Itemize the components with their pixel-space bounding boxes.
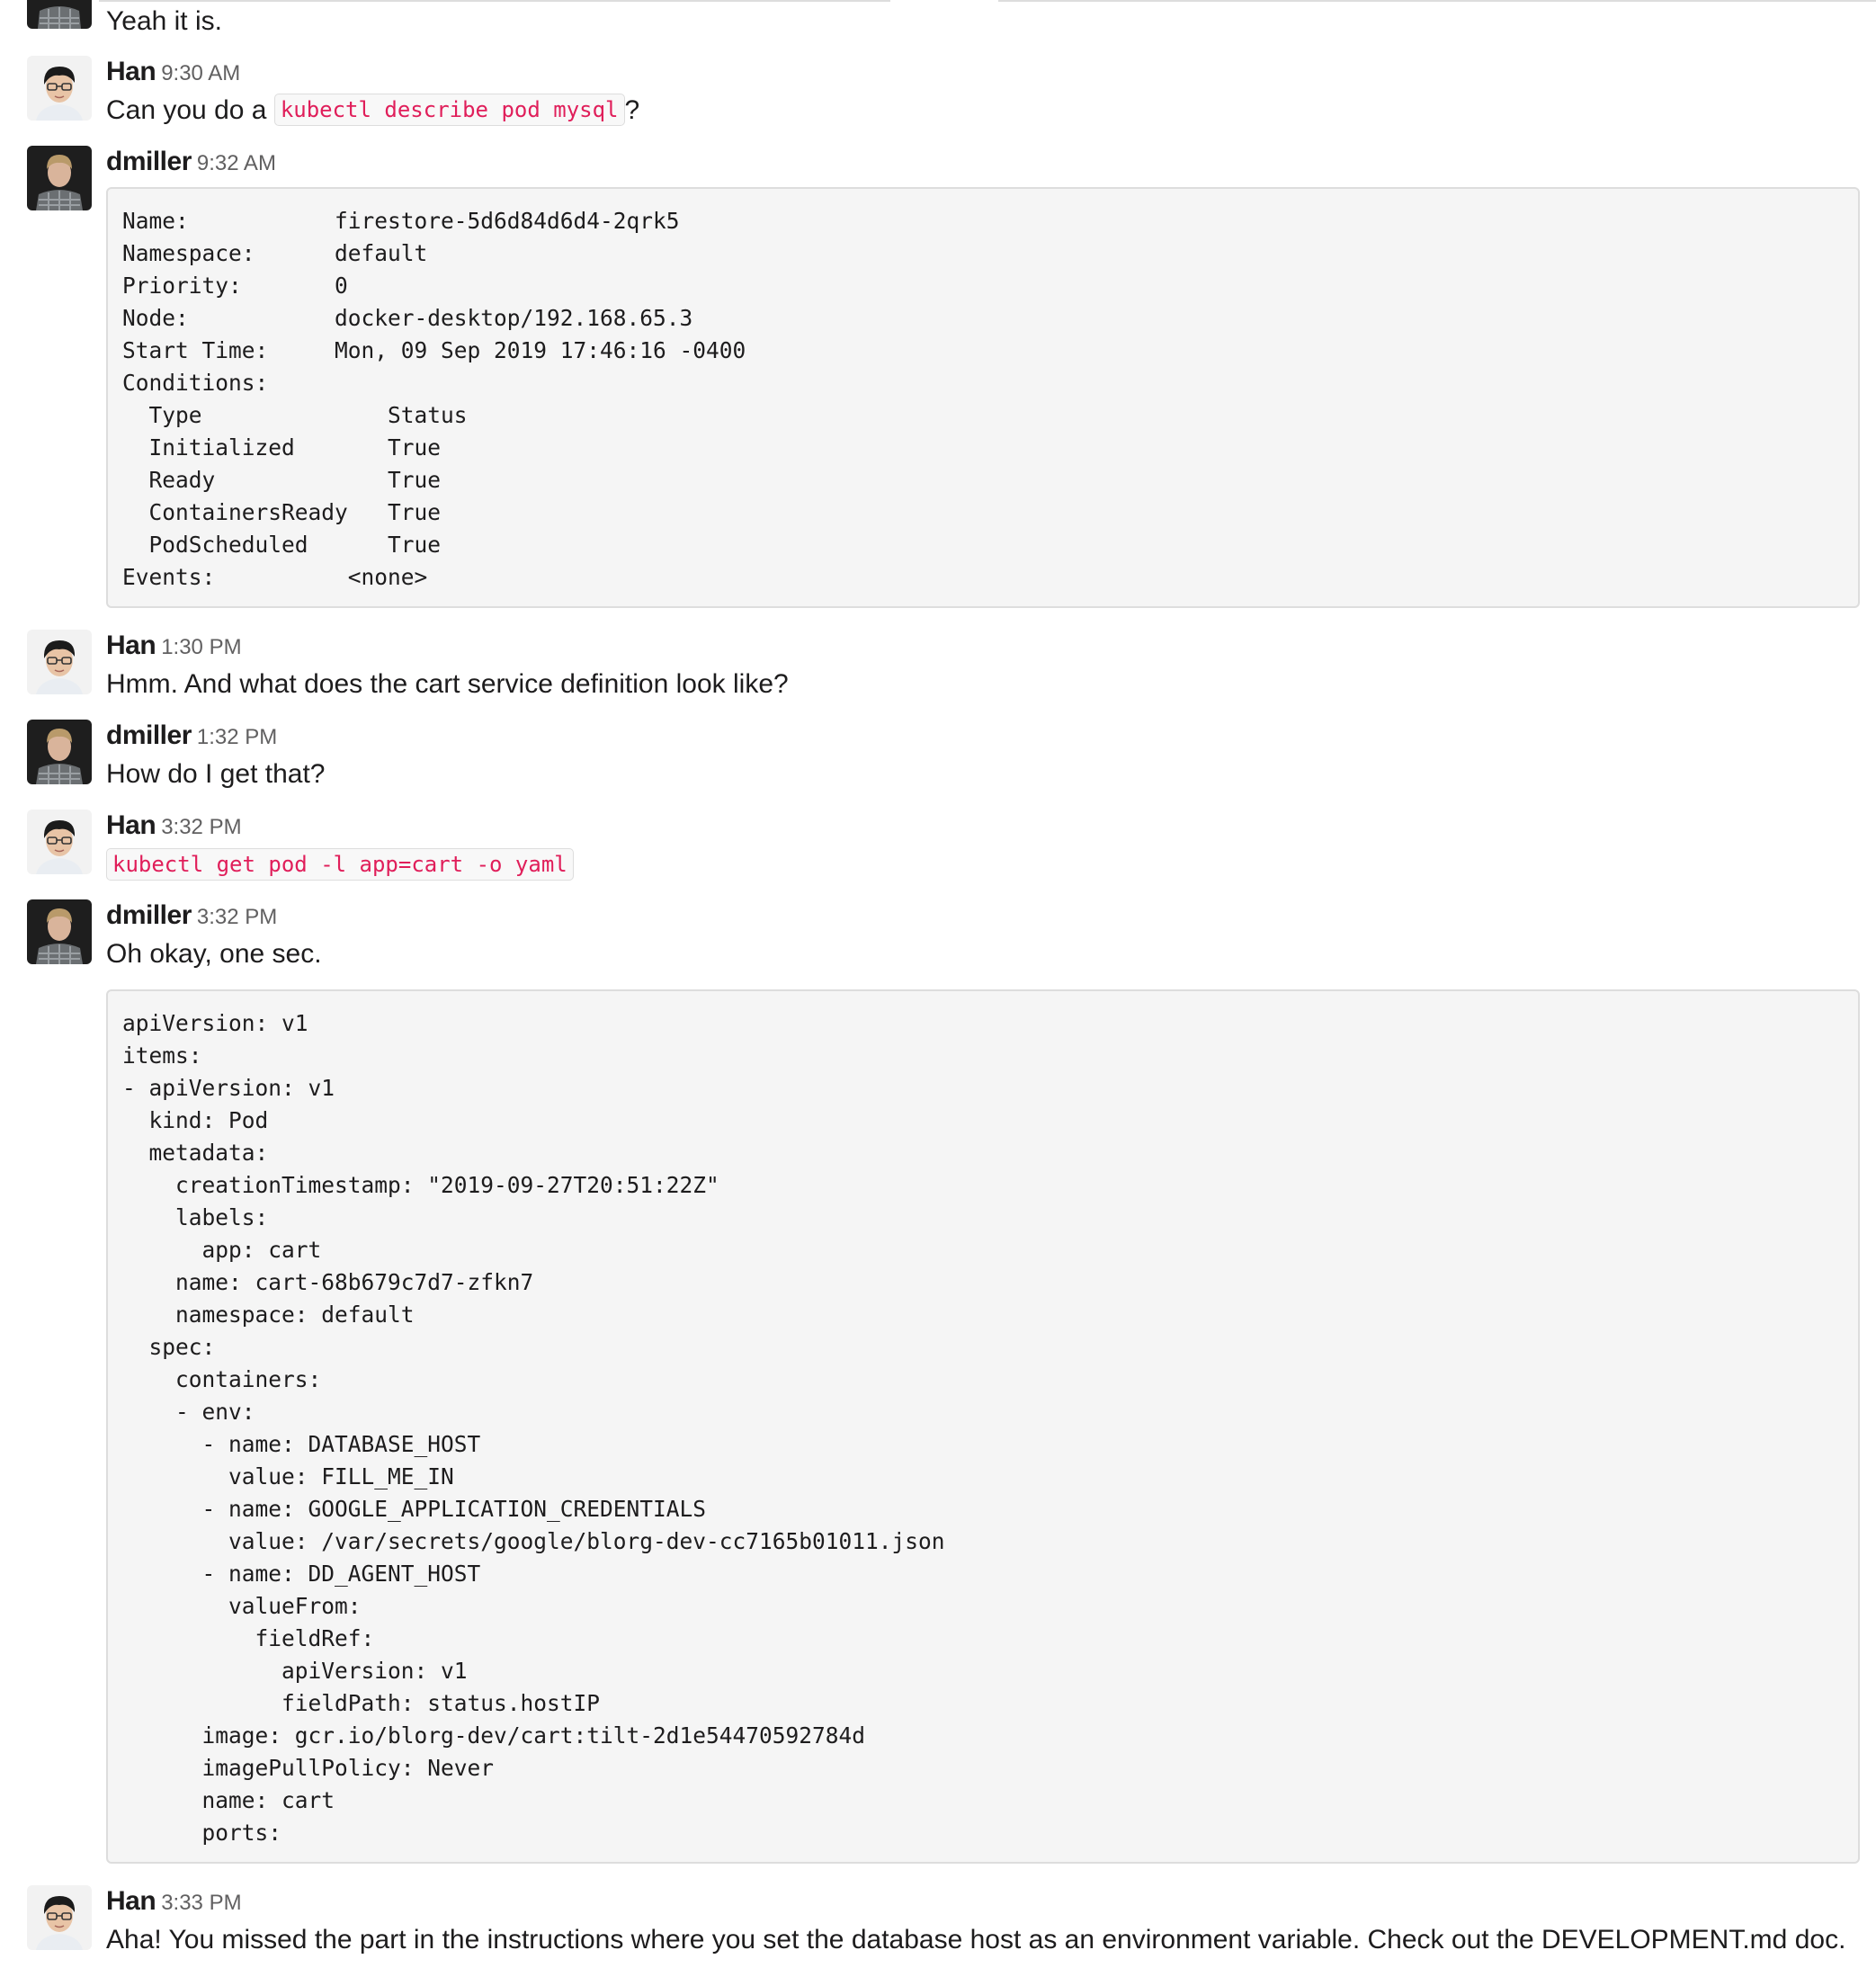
code-block-yaml: apiVersion: v1 items: - apiVersion: v1 k… — [106, 989, 1860, 1864]
message-header: dmiller 3:32 PM — [106, 899, 277, 932]
message-header: dmiller 9:32 AM — [106, 146, 276, 178]
message-header: Han 3:32 PM — [106, 810, 242, 842]
author-name[interactable]: Han — [106, 810, 156, 840]
message-text: Hmm. And what does the cart service defi… — [106, 669, 789, 699]
message-header: dmiller 1:32 PM — [106, 720, 277, 752]
avatar-han-icon — [27, 630, 92, 694]
author-name[interactable]: dmiller — [106, 900, 192, 930]
message-text: Oh okay, one sec. — [106, 939, 322, 969]
timestamp[interactable]: 3:32 PM — [161, 815, 241, 839]
avatar-dmiller-icon — [27, 899, 92, 964]
timestamp[interactable]: 3:32 PM — [197, 905, 277, 929]
message-text-after: ? — [624, 95, 640, 125]
code-block-describe: Name: firestore-5d6d84d6d4-2qrk5 Namespa… — [106, 187, 1860, 608]
author-name[interactable]: Han — [106, 631, 156, 660]
code-block-text: apiVersion: v1 items: - apiVersion: v1 k… — [122, 1010, 945, 1846]
divider-left — [99, 0, 890, 2]
message-header: Han 3:33 PM — [106, 1885, 242, 1918]
dmiller-avatar[interactable] — [27, 146, 92, 210]
inline-code: kubectl describe pod mysql — [273, 94, 625, 126]
timestamp[interactable]: 9:30 AM — [161, 61, 240, 85]
avatar-dmiller-icon — [27, 720, 92, 784]
dmiller-avatar[interactable] — [27, 0, 92, 29]
timestamp[interactable]: 3:33 PM — [161, 1891, 241, 1915]
han-avatar[interactable] — [27, 56, 92, 121]
message-text: kubectl get pod -l app=cart -o yaml — [106, 847, 574, 883]
author-name[interactable]: Han — [106, 1886, 156, 1916]
author-name[interactable]: Han — [106, 57, 156, 86]
avatar-dmiller-icon — [27, 0, 92, 29]
message-text-before: Can you do a — [106, 95, 267, 125]
avatar-han-icon — [27, 1885, 92, 1950]
han-avatar[interactable] — [27, 630, 92, 694]
timestamp[interactable]: 9:32 AM — [197, 151, 276, 175]
code-block-text: Name: firestore-5d6d84d6d4-2qrk5 Namespa… — [122, 208, 746, 590]
divider-right — [998, 0, 1876, 2]
message-header: Han 1:30 PM — [106, 630, 242, 662]
timestamp[interactable]: 1:30 PM — [161, 635, 241, 659]
avatar-han-icon — [27, 810, 92, 874]
dmiller-avatar[interactable] — [27, 899, 92, 964]
author-name[interactable]: dmiller — [106, 720, 192, 750]
inline-code: kubectl get pod -l app=cart -o yaml — [106, 848, 574, 881]
timestamp[interactable]: 1:32 PM — [197, 725, 277, 749]
author-name[interactable]: dmiller — [106, 147, 192, 176]
dmiller-avatar[interactable] — [27, 720, 92, 784]
message-header: Han 9:30 AM — [106, 56, 240, 88]
avatar-han-icon — [27, 56, 92, 121]
message-text: Yeah it is. — [106, 6, 222, 36]
message-text: Aha! You missed the part in the instruct… — [106, 1925, 1846, 1955]
message-text: How do I get that? — [106, 759, 326, 789]
han-avatar[interactable] — [27, 810, 92, 874]
han-avatar[interactable] — [27, 1885, 92, 1950]
message-text: Can you do a kubectl describe pod mysql? — [106, 93, 639, 129]
avatar-dmiller-icon — [27, 146, 92, 210]
